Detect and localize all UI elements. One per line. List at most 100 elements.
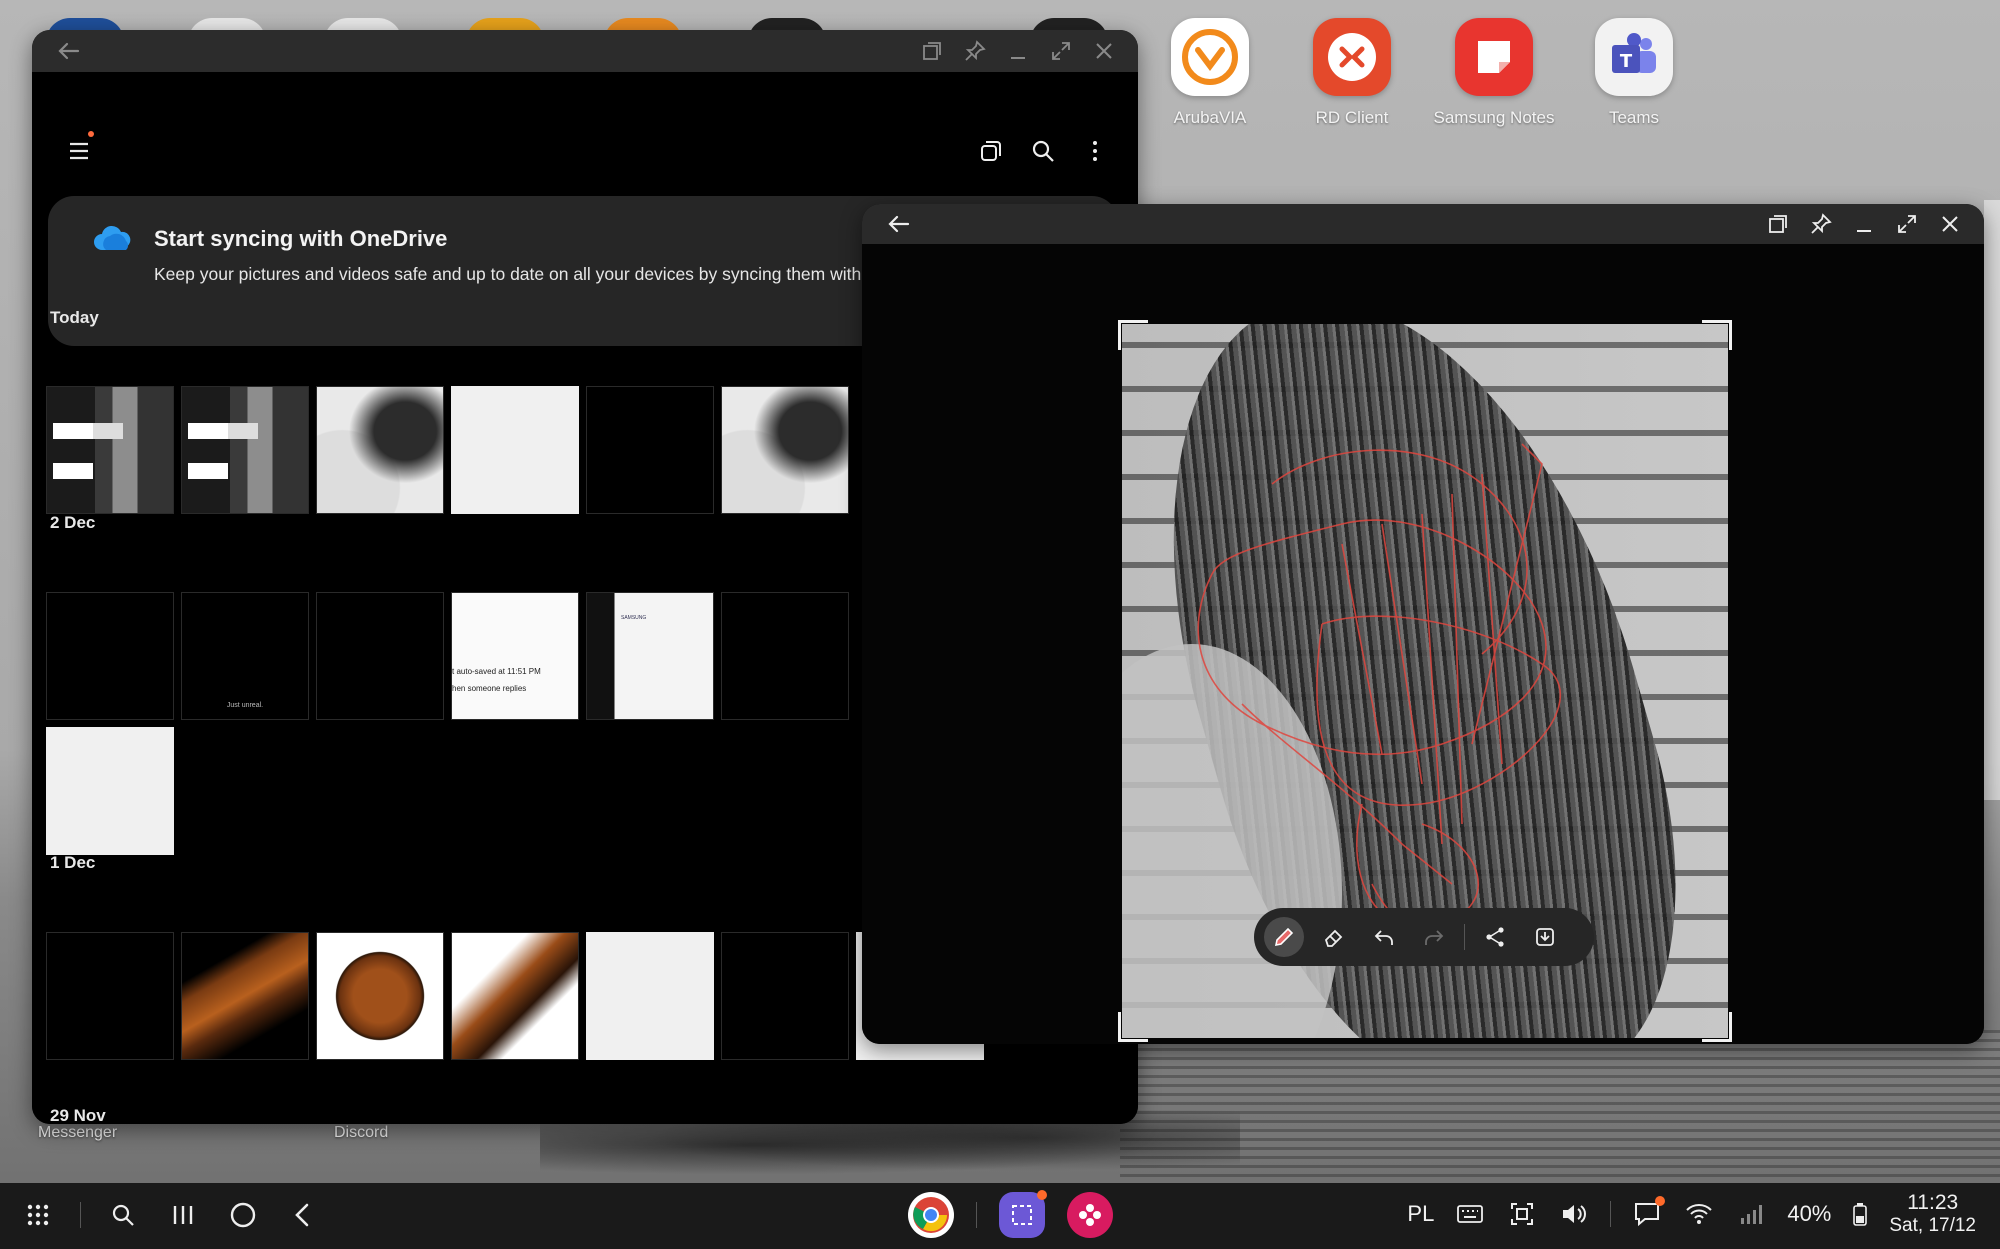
notification-badge [1655,1195,1666,1206]
minimize-icon[interactable] [1851,211,1876,236]
redo-icon[interactable] [1414,917,1454,957]
desktop-app-label: Teams [1608,108,1660,127]
wallpaper-sketch [1120,1030,2000,1180]
save-download-icon[interactable] [1525,917,1565,957]
section-label-1-dec: 1 Dec [50,853,96,872]
photo-thumbnail[interactable] [721,386,849,514]
crop-handle-top-left[interactable] [1118,320,1148,350]
section-label-29-nov: 29 Nov [50,1106,106,1124]
keyboard-icon[interactable] [1454,1198,1486,1230]
thumbnail-caption: Just unreal. [226,702,264,709]
photo-thumbnail[interactable]: Just unreal. [181,592,309,720]
taskbar-divider [1610,1200,1612,1227]
volume-icon[interactable] [1558,1198,1590,1230]
back-icon[interactable] [285,1197,321,1233]
split-view-icon[interactable] [919,38,944,63]
eraser-icon[interactable] [1314,917,1354,957]
arubavia-icon [1171,18,1249,96]
photo-thumbnail[interactable] [451,932,579,1060]
gallery-titlebar[interactable] [32,30,1138,72]
gallery-app-icon[interactable] [1067,1192,1113,1238]
photo-thumbnail[interactable] [586,932,714,1060]
thumbnail-text-line: hen someone replies [452,684,527,693]
app-drawer-icon[interactable] [20,1197,56,1233]
rd-client-icon [1313,18,1391,96]
desktop-app-arubavia[interactable]: ArubaVIA [1140,18,1280,128]
more-options-icon[interactable] [1078,134,1112,168]
photo-thumbnail[interactable] [586,386,714,514]
desktop-app-label: ArubaVIA [1173,108,1247,127]
wifi-icon[interactable] [1683,1198,1715,1230]
pin-icon[interactable] [962,38,987,63]
share-icon[interactable] [1475,917,1515,957]
sync-card-title: Start syncing with OneDrive [154,226,448,251]
menu-icon[interactable] [62,134,96,168]
photo-thumbnail[interactable] [181,932,309,1060]
section-label-2-dec: 2 Dec [50,513,96,532]
notifications-icon[interactable] [1631,1195,1666,1230]
notification-dot [88,131,94,137]
maximize-icon[interactable] [1894,211,1919,236]
pen-icon[interactable] [1264,917,1304,957]
back-arrow-icon[interactable] [56,38,82,64]
close-icon[interactable] [1937,211,1962,236]
section-label-today: Today [50,308,99,327]
maximize-icon[interactable] [1048,38,1073,63]
battery-icon [1851,1198,1869,1230]
photo-thumbnail[interactable] [181,386,309,514]
teams-icon: T [1595,18,1673,96]
desktop-app-teams[interactable]: T Teams [1564,18,1704,128]
onedrive-cloud-icon [94,225,131,250]
photo-thumbnail[interactable] [721,932,849,1060]
home-icon[interactable] [225,1197,261,1233]
clock-date: Sat, 17/12 [1889,1215,1976,1237]
photo-thumbnail[interactable] [46,592,174,720]
pin-icon[interactable] [1808,211,1833,236]
photo-thumbnail[interactable]: SAMSUNG [586,592,714,720]
samsung-notes-icon [1455,18,1533,96]
photo-thumbnail[interactable] [316,592,444,720]
screen-capture-icon[interactable] [1506,1198,1538,1230]
search-icon[interactable] [1026,134,1060,168]
photo-thumbnail[interactable] [451,386,579,514]
photo-thumbnail[interactable] [46,386,174,514]
recent-apps-icon[interactable] [165,1197,201,1233]
clock-time: 11:23 [1907,1191,1959,1214]
desktop-app-rd-client[interactable]: RD Client [1282,18,1422,128]
screenshot-app-icon[interactable] [999,1190,1047,1238]
image-viewer-window [862,204,1984,1044]
signal-icon [1735,1198,1767,1230]
minimize-icon[interactable] [1005,38,1030,63]
desktop-app-label: RD Client [1315,108,1389,127]
photo-thumbnail[interactable] [721,592,849,720]
viewer-content [862,244,1984,1044]
back-arrow-icon[interactable] [886,211,912,237]
gallery-toolbar [32,122,1138,182]
select-icon[interactable] [974,134,1008,168]
notification-badge [1037,1190,1047,1200]
photo-thumbnail[interactable]: t auto-saved at 11:51 PM hen someone rep… [451,592,579,720]
photo-thumbnail[interactable] [46,727,174,855]
taskbar-divider [976,1202,977,1228]
svg-text:T: T [1620,51,1633,72]
taskbar: PL 40% 11:23 Sat, 17/12 [0,1183,2000,1249]
background-window-edge [1984,200,2000,800]
crop-handle-top-right[interactable] [1702,320,1732,350]
search-icon[interactable] [105,1197,141,1233]
photo-thumbnail[interactable] [316,932,444,1060]
split-view-icon[interactable] [1765,211,1790,236]
thumbnail-text-line: t auto-saved at 11:51 PM [452,667,541,676]
battery-percentage: 40% [1787,1200,1832,1226]
desktop-app-label-messenger: Messenger [38,1124,118,1141]
crop-handle-bottom-left[interactable] [1118,1012,1148,1042]
undo-icon[interactable] [1364,917,1404,957]
clock[interactable]: 11:23 Sat, 17/12 [1889,1191,1976,1237]
photo-thumbnail[interactable] [46,932,174,1060]
crop-handle-bottom-right[interactable] [1702,1012,1732,1042]
chrome-icon[interactable] [908,1192,954,1238]
photo-thumbnail[interactable] [316,386,444,514]
viewer-titlebar[interactable] [862,204,1984,244]
input-language[interactable]: PL [1407,1201,1434,1227]
close-icon[interactable] [1091,38,1116,63]
desktop-app-samsung-notes[interactable]: Samsung Notes [1424,18,1564,128]
